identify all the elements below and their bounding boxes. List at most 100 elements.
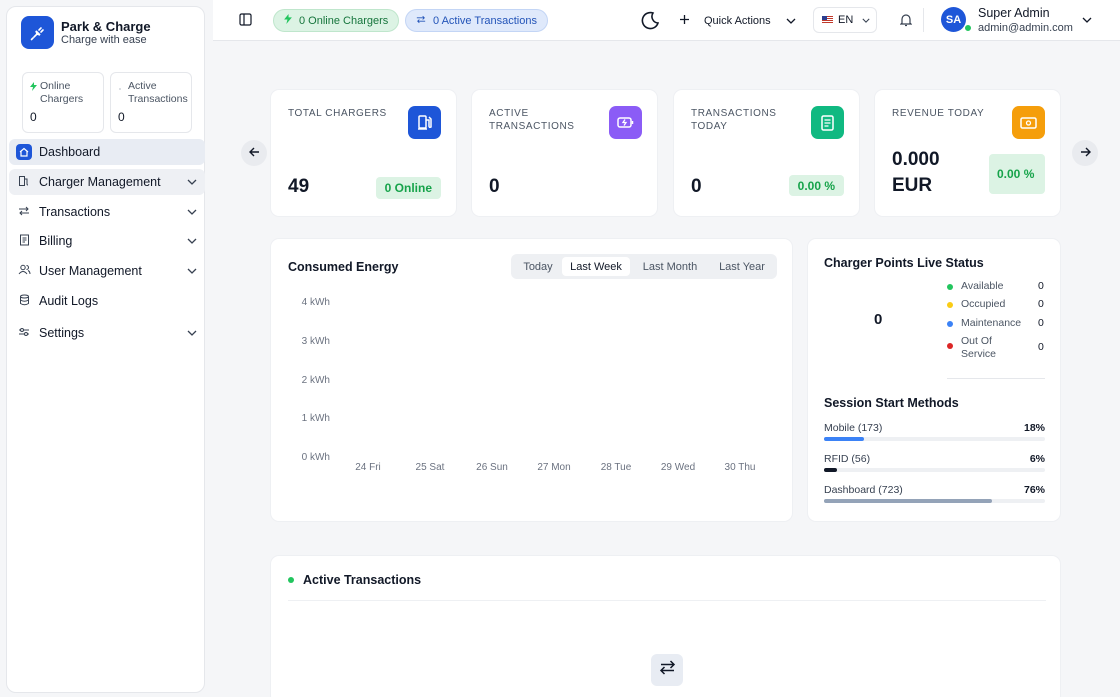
sidebar: Park & Charge Charge with ease Online Ch… [6,6,205,693]
status-dot [947,284,953,290]
carousel-prev-button[interactable] [241,140,267,166]
sidebar-toggle-icon[interactable] [239,13,252,26]
brand[interactable]: Park & Charge Charge with ease [21,16,151,49]
stat-value: 0.000 EUR [892,149,940,196]
sidebar-item-settings[interactable]: Settings [9,320,205,346]
stat-card-total-chargers[interactable]: TOTAL CHARGERS 49 0 Online [270,89,457,217]
method-bar [824,468,838,472]
status-value: 0 [1038,298,1044,310]
chevron-down-icon [179,330,205,336]
method-bar [824,437,864,441]
y-tick-label: 4 kWh [301,297,330,308]
online-chargers-pill[interactable]: 0 Online Chargers [273,9,400,32]
battery-charging-icon [609,106,642,139]
stat-value: 0 [489,176,500,197]
stat-card-transactions-today[interactable]: TRANSACTIONS TODAY 0 0.00 % [673,89,860,217]
x-tick-label: 27 Mon [537,462,571,473]
panel-title: Charger Points Live Status [824,256,984,270]
active-transactions-panel: Active Transactions [270,555,1061,697]
chevron-down-icon [179,238,205,244]
method-mobile: Mobile (173) 18% [824,422,1045,441]
divider [288,600,1046,601]
consumed-energy-panel: Consumed Energy Today Last Week Last Mon… [270,238,793,522]
divider [947,378,1045,379]
sidebar-item-user-management[interactable]: User Management [9,258,205,284]
moon-icon[interactable] [641,11,660,30]
top-header: 0 Online Chargers 0 Active Transactions … [213,0,1120,41]
live-indicator-dot [288,577,294,583]
status-occupied: Occupied 0 [947,298,1044,310]
stat-badge: 0 Online [375,177,441,199]
active-transactions-pill[interactable]: 0 Active Transactions [405,9,548,32]
stat-title: ACTIVE TRANSACTIONS [489,108,575,132]
us-flag-icon [822,16,833,24]
y-tick-label: 1 kWh [301,413,330,425]
sidebar-item-audit-logs[interactable]: Audit Logs [9,288,205,314]
status-value: 0 [1038,317,1044,329]
mini-card-active-transactions: Active Transactions 0 [110,72,192,133]
sidebar-item-label: Dashboard [39,145,101,159]
y-tick-label: 0 kWh [301,452,330,463]
quick-actions-button[interactable]: Quick Actions [679,14,796,28]
section-title: Session Start Methods [824,396,959,410]
plug-icon [21,16,54,49]
mini-card-value: 0 [118,110,125,124]
avatar[interactable]: SA [941,7,966,32]
language-select[interactable]: EN [813,7,877,33]
transfer-icon [659,660,676,680]
live-status-total: 0 [874,311,883,328]
document-icon [811,106,844,139]
status-label: Available [961,280,1004,292]
sliders-icon [18,326,30,340]
status-out-of-service: Out Of Service 0 [947,335,1044,361]
online-status-dot [964,24,972,32]
sidebar-item-billing[interactable]: Billing [9,228,205,254]
user-email: admin@admin.com [978,22,1073,34]
y-tick-label: 2 kWh [301,374,330,386]
status-maintenance: Maintenance 0 [947,317,1044,329]
stat-card-active-transactions[interactable]: ACTIVE TRANSACTIONS 0 [471,89,658,217]
sidebar-item-transactions[interactable]: Transactions [9,199,205,225]
quick-actions-label: Quick Actions [704,15,771,27]
stat-badge: 0.00 % [989,154,1045,194]
mini-card-online-chargers: Online Chargers 0 [22,72,104,133]
status-dot [947,321,953,327]
stat-title: TRANSACTIONS TODAY [691,108,777,132]
stat-title: TOTAL CHARGERS [288,108,387,119]
chevron-down-icon [179,268,205,274]
method-bar [824,499,992,503]
live-status-panel: Charger Points Live Status 0 Available 0 … [807,238,1061,522]
method-dashboard: Dashboard (723) 76% [824,484,1045,503]
sidebar-item-label: Billing [39,234,73,248]
fuel-pump-icon [408,106,441,139]
sidebar-item-charger-management[interactable]: Charger Management [9,169,205,195]
arrow-right-icon [1080,144,1091,162]
bell-icon[interactable] [900,13,912,27]
dot-icon [118,82,128,106]
header-divider [923,8,924,32]
zap-icon [284,14,292,27]
x-tick-label: 26 Sun [476,462,508,473]
status-label: Maintenance [961,317,1022,329]
method-percent: 76% [1023,484,1045,496]
chevron-down-icon[interactable] [1082,17,1092,23]
chevron-down-icon [786,15,796,27]
brand-name: Park & Charge [61,18,151,34]
database-icon [19,294,30,309]
zap-icon [30,82,40,106]
user-name[interactable]: Super Admin [978,6,1050,20]
sidebar-item-dashboard[interactable]: Dashboard [9,139,205,165]
arrow-left-icon [248,144,260,162]
x-tick-label: 28 Tue [600,462,632,473]
language-label: EN [838,14,854,26]
status-label: Out Of Service [961,335,997,360]
transfer-icon [416,15,426,27]
status-value: 0 [1038,280,1044,292]
carousel-next-button[interactable] [1072,140,1098,166]
x-tick-label: 29 Wed [660,462,696,473]
stat-card-revenue-today[interactable]: REVENUE TODAY 0.000 EUR 0.00 % [874,89,1061,217]
chevron-down-icon [862,14,870,26]
method-label: Mobile (173) [824,422,883,434]
panel-title: Active Transactions [303,573,422,587]
x-tick-label: 30 Thu [724,462,756,473]
